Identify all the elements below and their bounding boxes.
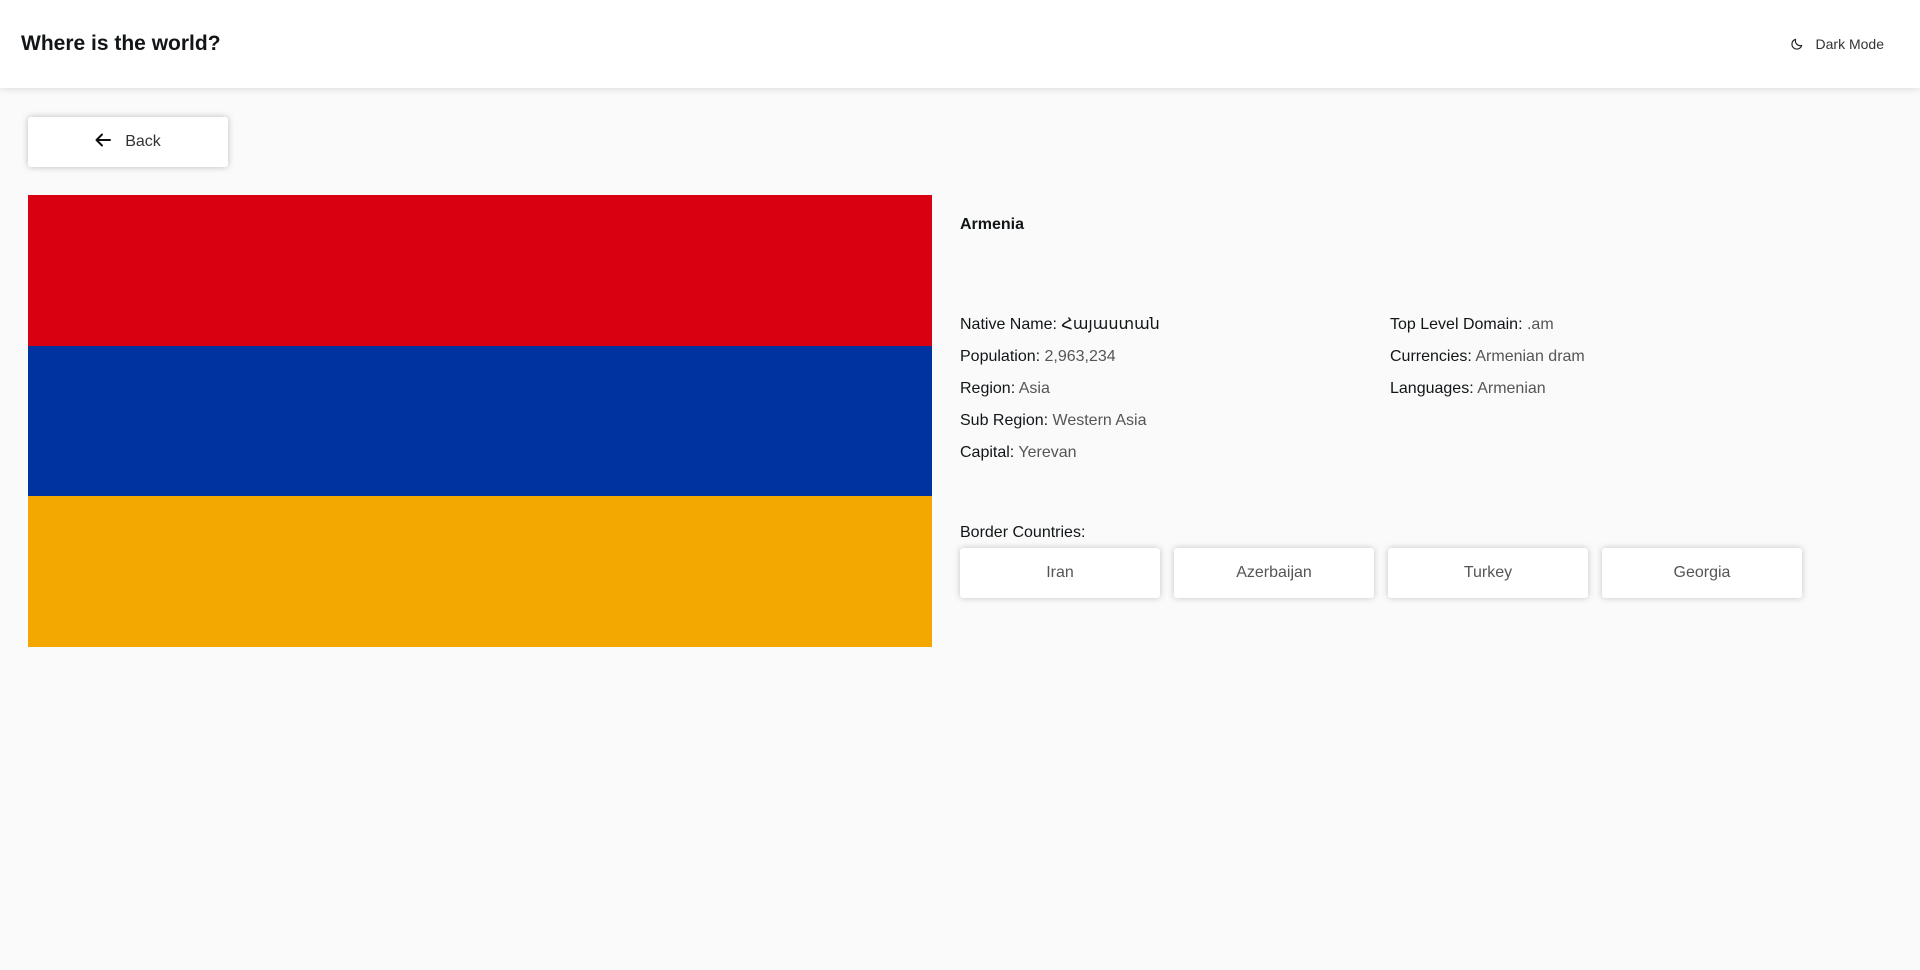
back-button-label: Back xyxy=(125,133,161,150)
population-value: 2,963,234 xyxy=(1044,348,1116,365)
border-country-button[interactable]: Georgia xyxy=(1602,548,1802,598)
app-title: Where is the world? xyxy=(21,32,221,55)
info-column-secondary: Top Level Domain: .am Currencies: Armeni… xyxy=(1390,315,1820,475)
border-country-button[interactable]: Turkey xyxy=(1388,548,1588,598)
sub-region-value: Western Asia xyxy=(1052,412,1147,429)
top-level-domain-label: Top Level Domain: xyxy=(1390,316,1523,333)
border-country-button[interactable]: Iran xyxy=(960,548,1160,598)
border-countries-list: Iran Azerbaijan Turkey Georgia xyxy=(960,548,1820,598)
dark-mode-toggle[interactable]: Dark Mode xyxy=(1790,36,1884,52)
country-name: Armenia xyxy=(960,216,1025,233)
flag-stripe-orange xyxy=(28,496,932,648)
population-label: Population: xyxy=(960,348,1041,365)
native-name-value: Հայաստան xyxy=(1061,316,1160,333)
region-label: Region: xyxy=(960,380,1016,397)
capital-row: Capital: Yerevan xyxy=(960,443,1390,463)
country-details: Armenia Native Name: Հայաստան Population… xyxy=(960,195,1820,598)
region-row: Region: Asia xyxy=(960,379,1390,399)
app-header: Where is the world? Dark Mode xyxy=(0,0,1920,88)
moon-icon xyxy=(1790,37,1804,51)
sub-region-row: Sub Region: Western Asia xyxy=(960,411,1390,431)
native-name-row: Native Name: Հայաստան xyxy=(960,315,1390,335)
region-value: Asia xyxy=(1018,380,1050,397)
languages-label: Languages: xyxy=(1390,380,1474,397)
languages-value: Armenian xyxy=(1477,380,1546,397)
flag-stripe-red xyxy=(28,195,932,346)
capital-value: Yerevan xyxy=(1018,444,1077,461)
capital-label: Capital: xyxy=(960,444,1015,461)
languages-row: Languages: Armenian xyxy=(1390,379,1820,399)
arrow-left-icon xyxy=(95,133,112,152)
top-level-domain-value: .am xyxy=(1526,316,1554,333)
border-countries-section: Border Countries: Iran Azerbaijan Turkey… xyxy=(960,524,1820,598)
currencies-value: Armenian dram xyxy=(1475,348,1585,365)
currencies-row: Currencies: Armenian dram xyxy=(1390,347,1820,367)
flag-stripe-blue xyxy=(28,345,932,497)
currencies-label: Currencies: xyxy=(1390,348,1472,365)
sub-region-label: Sub Region: xyxy=(960,412,1049,429)
native-name-label: Native Name: xyxy=(960,316,1057,333)
info-column-primary: Native Name: Հայաստան Population: 2,963,… xyxy=(960,315,1390,475)
border-countries-label: Border Countries: xyxy=(960,524,1086,541)
border-country-button[interactable]: Azerbaijan xyxy=(1174,548,1374,598)
top-level-domain-row: Top Level Domain: .am xyxy=(1390,315,1820,335)
info-columns: Native Name: Հայաստան Population: 2,963,… xyxy=(960,315,1820,475)
dark-mode-label: Dark Mode xyxy=(1815,36,1884,52)
country-flag xyxy=(28,195,932,648)
back-button[interactable]: Back xyxy=(28,117,228,167)
population-row: Population: 2,963,234 xyxy=(960,347,1390,367)
